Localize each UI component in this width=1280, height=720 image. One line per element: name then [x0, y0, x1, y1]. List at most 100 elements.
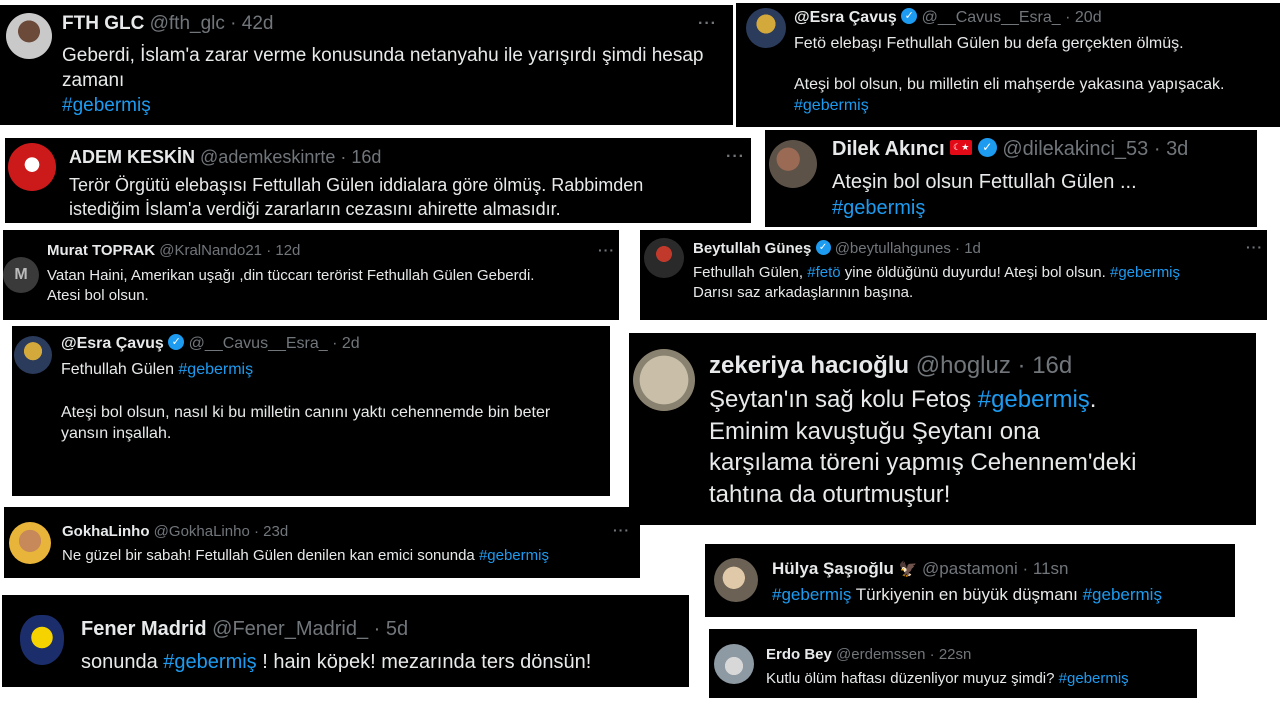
author-handle[interactable]: @fth_glc: [150, 13, 225, 34]
avatar[interactable]: [714, 644, 754, 684]
separator: ·: [340, 147, 347, 167]
avatar[interactable]: [769, 140, 817, 188]
author-name[interactable]: GokhaLinho: [62, 523, 150, 540]
tweet-date[interactable]: 16d: [1032, 352, 1072, 379]
separator: ·: [266, 242, 272, 259]
author-handle[interactable]: @beytullahgunes: [835, 240, 951, 257]
author-handle[interactable]: @ademkeskinrte: [200, 147, 335, 167]
author-handle[interactable]: @GokhaLinho: [154, 523, 250, 540]
tweet-text: Türkiyenin en büyük düşmanı: [851, 585, 1083, 604]
avatar[interactable]: [714, 558, 758, 602]
tweet-date[interactable]: 3d: [1166, 138, 1188, 160]
verified-badge-icon: ✓: [977, 138, 997, 158]
hashtag-link[interactable]: #gebermiş: [163, 651, 256, 673]
author-handle[interactable]: @__Cavus__Esra_: [189, 335, 328, 352]
more-options-icon[interactable]: ···: [613, 522, 630, 538]
avatar[interactable]: [20, 615, 64, 665]
author-handle[interactable]: @__Cavus__Esra_: [922, 9, 1061, 26]
author-name[interactable]: Dilek Akıncı: [832, 138, 945, 160]
separator: ·: [1022, 559, 1029, 578]
separator: ·: [1017, 352, 1026, 379]
tweet-card-murat-toprak[interactable]: M Murat TOPRAK @KralNando21 · 12d ··· Va…: [3, 230, 619, 320]
hashtag-link[interactable]: #gebermiş: [1059, 670, 1129, 687]
author-name[interactable]: ADEM KESKİN: [69, 147, 195, 167]
tweet-text: Kutlu ölüm haftası düzenliyor muyuz şimd…: [766, 670, 1059, 687]
tweet-card-fener-madrid[interactable]: Fener Madrid @Fener_Madrid_ · 5d sonunda…: [2, 595, 689, 687]
hashtag-link[interactable]: #gebermiş: [772, 585, 851, 604]
tweet-card-esra-cavus-20d[interactable]: @Esra Çavuş ✓ @__Cavus__Esra_ · 20d Fetö…: [736, 3, 1280, 127]
tweet-text-line: Atesi bol olsun.: [47, 286, 149, 304]
tweet-card-esra-cavus-2d[interactable]: @Esra Çavuş ✓ @__Cavus__Esra_ · 2d Fethu…: [12, 326, 610, 496]
more-options-icon[interactable]: ···: [1246, 239, 1263, 255]
hashtag-link[interactable]: #gebermiş: [794, 95, 1274, 116]
author-name[interactable]: Hülya Şaşıoğlu: [772, 559, 894, 578]
avatar[interactable]: [9, 522, 51, 564]
hashtag-link[interactable]: #gebermiş: [62, 93, 727, 118]
separator: ·: [955, 240, 961, 257]
tweet-card-hulya-sasioglu[interactable]: Hülya Şaşıoğlu 🦅 @pastamoni · 11sn #gebe…: [705, 544, 1235, 617]
hashtag-link[interactable]: #gebermiş: [479, 547, 549, 564]
tweet-card-gokhalinho[interactable]: GokhaLinho @GokhaLinho · 23d ··· Ne güze…: [4, 507, 640, 578]
avatar[interactable]: M: [3, 257, 39, 293]
separator: ·: [929, 646, 935, 663]
avatar[interactable]: [8, 143, 56, 191]
author-handle[interactable]: @pastamoni: [922, 559, 1018, 578]
tweet-date[interactable]: 2d: [342, 335, 360, 352]
hashtag-link[interactable]: #gebermiş: [832, 195, 1252, 221]
tweet-text-line: karşılama töreni yapmış Cehennem'deki: [709, 449, 1137, 477]
avatar[interactable]: [14, 336, 52, 374]
tweet-text-line: Ateşi bol olsun, bu milletin eli mahşerd…: [794, 76, 1225, 94]
hashtag-link[interactable]: #gebermiş: [1110, 264, 1180, 281]
tweet-date[interactable]: 1d: [964, 240, 981, 257]
tweet-text-line: Fetö elebaşı Fethullah Gülen bu defa ger…: [794, 35, 1184, 52]
tweet-card-dilek-akinci[interactable]: Dilek Akıncı ☾★ ✓ @dilekakinci_53 · 3d A…: [765, 130, 1257, 227]
tweet-card-fth-glc[interactable]: FTH GLC @fth_glc · 42d ··· Geberdi, İsla…: [0, 5, 733, 125]
author-handle[interactable]: @erdemssen: [836, 646, 925, 663]
author-name[interactable]: FTH GLC: [62, 13, 144, 34]
author-name[interactable]: Erdo Bey: [766, 646, 832, 663]
tweet-text-line: Geberdi, İslam'a zarar verme konusunda n…: [62, 45, 704, 66]
tweet-card-erdo-bey[interactable]: Erdo Bey @erdemssen · 22sn Kutlu ölüm ha…: [709, 629, 1197, 698]
more-options-icon[interactable]: ···: [598, 242, 615, 258]
tweet-card-beytullah-gunes[interactable]: Beytullah Güneş ✓ @beytullahgunes · 1d ·…: [640, 230, 1267, 320]
tweet-date[interactable]: 11sn: [1033, 559, 1069, 578]
tweet-text-line: Vatan Haini, Amerikan uşağı ,din tüccarı…: [47, 267, 535, 284]
tweet-text-line: tahtına da oturtmuştur!: [709, 481, 951, 509]
tweet-date[interactable]: 5d: [386, 618, 408, 640]
tweet-date[interactable]: 22sn: [939, 646, 972, 663]
author-name[interactable]: Murat TOPRAK: [47, 242, 155, 259]
author-handle[interactable]: @KralNando21: [159, 242, 262, 259]
author-name[interactable]: Beytullah Güneş: [693, 240, 811, 257]
turkish-flag-icon: ☾★: [950, 140, 973, 156]
tweet-date[interactable]: 42d: [242, 13, 274, 34]
more-options-icon[interactable]: ···: [698, 15, 717, 33]
tweet-date[interactable]: 12d: [275, 242, 300, 259]
more-options-icon[interactable]: ···: [726, 148, 745, 166]
tweet-card-adem-keskin[interactable]: ADEM KESKİN @ademkeskinrte · 16d ··· Ter…: [5, 138, 751, 223]
eagle-emoji-icon: 🦅: [898, 561, 918, 578]
tweet-date[interactable]: 16d: [351, 147, 381, 167]
author-handle[interactable]: @hogluz: [916, 352, 1011, 379]
tweet-text-line: Terör Örgütü elebaşısı Fettullah Gülen i…: [69, 175, 644, 195]
hashtag-link[interactable]: #fetö: [807, 264, 840, 281]
hashtag-link[interactable]: #gebermiş: [1083, 585, 1162, 604]
author-name[interactable]: @Esra Çavuş: [61, 335, 164, 352]
author-name[interactable]: @Esra Çavuş: [794, 9, 897, 26]
tweet-date[interactable]: 20d: [1075, 9, 1102, 26]
author-handle[interactable]: @dilekakinci_53: [1002, 138, 1148, 160]
author-handle[interactable]: @Fener_Madrid_: [212, 618, 368, 640]
author-name[interactable]: Fener Madrid: [81, 618, 207, 640]
avatar[interactable]: [633, 349, 695, 411]
avatar[interactable]: [6, 13, 52, 59]
author-name[interactable]: zekeriya hacıoğlu: [709, 352, 909, 379]
hashtag-link[interactable]: #gebermiş: [178, 361, 253, 378]
tweet-text-line: zamanı: [62, 70, 125, 92]
avatar[interactable]: [746, 8, 786, 48]
separator: ·: [1153, 138, 1161, 160]
separator: ·: [1065, 9, 1071, 26]
tweet-card-zekeriya-hacioglu[interactable]: zekeriya hacıoğlu @hogluz · 16d Şeytan'ı…: [629, 333, 1256, 525]
tweet-date[interactable]: 23d: [263, 523, 288, 540]
hashtag-link[interactable]: #gebermiş: [978, 386, 1090, 413]
avatar[interactable]: [644, 238, 684, 278]
separator: ·: [253, 523, 259, 540]
